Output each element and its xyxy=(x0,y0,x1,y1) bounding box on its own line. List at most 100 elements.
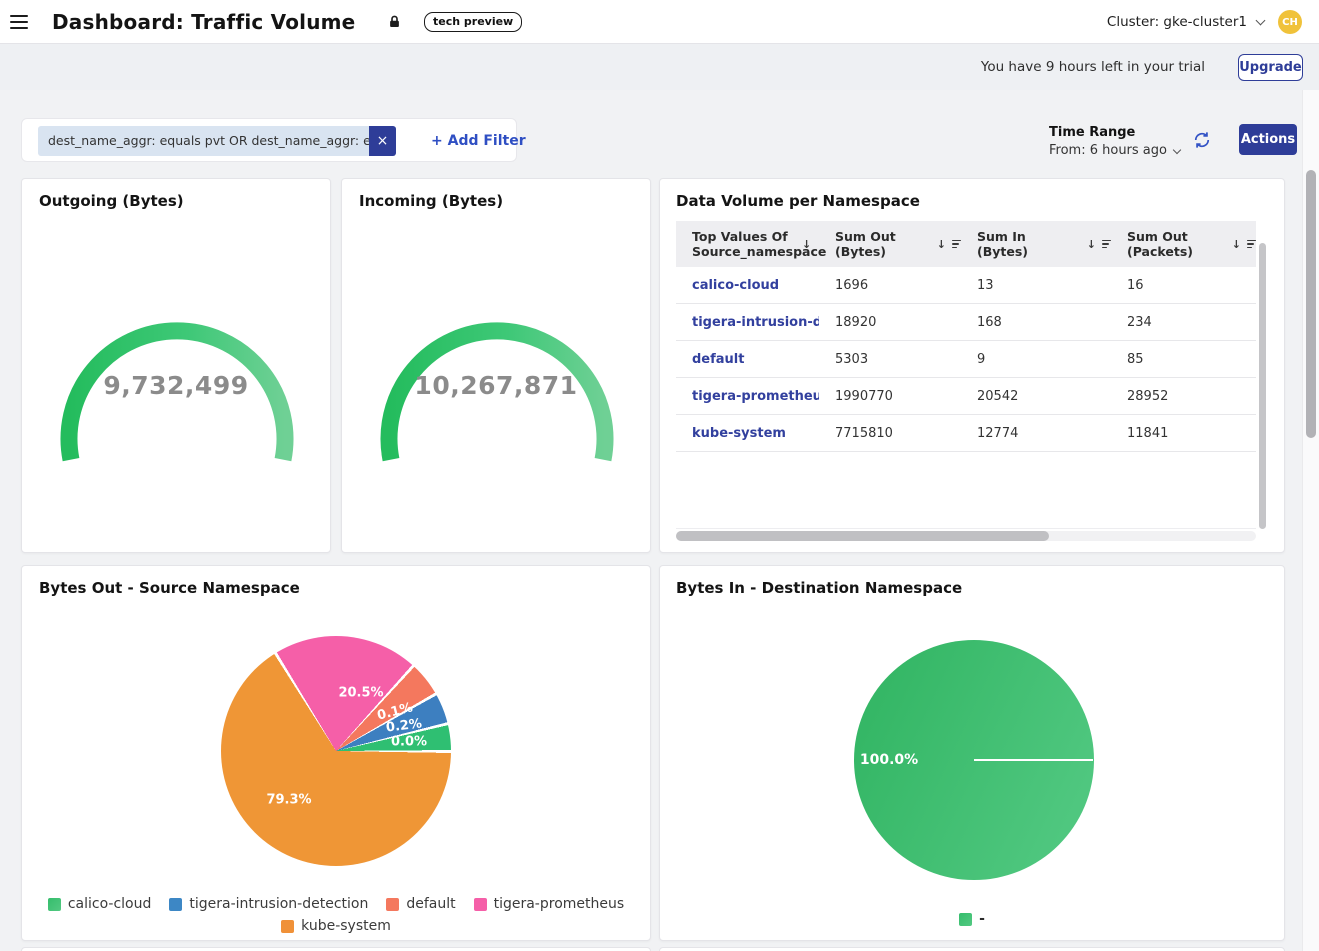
legend-swatch-orange xyxy=(281,920,294,933)
card-bytes-out-pie: Bytes Out - Source Namespace 20.5% 0.1% … xyxy=(21,565,651,941)
cell-sum-out-packets: 28952 xyxy=(1111,389,1256,404)
cluster-selector-label: Cluster: gke-cluster1 xyxy=(1107,14,1247,30)
table-row: tigera-prometheus 1990770 20542 28952 xyxy=(676,378,1256,415)
sort-bars-icon xyxy=(1247,240,1256,249)
gauge-arc xyxy=(22,234,332,484)
sort-bars-icon xyxy=(952,240,961,249)
next-row-card-edge xyxy=(21,947,651,951)
top-bar: Dashboard: Traffic Volume tech preview C… xyxy=(0,0,1319,44)
time-range-value: From: 6 hours ago xyxy=(1049,143,1167,158)
upgrade-button[interactable]: Upgrade xyxy=(1238,54,1303,81)
legend-item-dash[interactable]: - xyxy=(959,911,985,927)
filter-chip-label: dest_name_aggr: equals pvt OR dest_name_… xyxy=(38,126,369,156)
trial-message: You have 9 hours left in your trial xyxy=(981,44,1205,90)
sort-desc-icon: ↓ xyxy=(802,238,811,251)
cell-sum-in-bytes: 13 xyxy=(961,278,1111,293)
card-incoming-bytes: Incoming (Bytes) 10,267,871 xyxy=(341,178,651,553)
cell-sum-out-bytes: 1990770 xyxy=(819,389,961,404)
legend-swatch-salmon xyxy=(386,898,399,911)
namespace-link[interactable]: tigera-prometheus xyxy=(676,389,819,404)
sort-amount-icon: ↓ xyxy=(937,238,946,251)
cluster-selector[interactable]: Cluster: gke-cluster1 xyxy=(1107,14,1264,30)
time-range-dropdown[interactable]: From: 6 hours ago xyxy=(1049,143,1180,158)
cell-sum-out-bytes: 18920 xyxy=(819,315,961,330)
cell-sum-out-packets: 234 xyxy=(1111,315,1256,330)
table-row: tigera-intrusion-d… 18920 168 234 xyxy=(676,304,1256,341)
sort-amount-icon: ↓ xyxy=(1232,238,1241,251)
legend-item-default[interactable]: default xyxy=(386,896,455,912)
cell-sum-in-bytes: 168 xyxy=(961,315,1111,330)
card-title: Outgoing (Bytes) xyxy=(39,192,184,210)
cell-sum-in-bytes: 20542 xyxy=(961,389,1111,404)
namespace-link[interactable]: tigera-intrusion-d… xyxy=(676,315,819,330)
table-row: calico-cloud 1696 13 16 xyxy=(676,267,1256,304)
time-range-label: Time Range xyxy=(1049,125,1135,140)
cell-sum-in-bytes: 12774 xyxy=(961,426,1111,441)
cell-sum-in-bytes: 9 xyxy=(961,352,1111,367)
filter-panel: dest_name_aggr: equals pvt OR dest_name_… xyxy=(21,118,517,162)
card-data-volume-table: Data Volume per Namespace Top Values Of … xyxy=(659,178,1285,553)
column-header-sum-in-bytes[interactable]: Sum In (Bytes) ↓ xyxy=(961,229,1111,259)
legend-swatch-pink xyxy=(474,898,487,911)
card-title: Bytes Out - Source Namespace xyxy=(39,579,300,597)
column-header-sum-out-bytes[interactable]: Sum Out (Bytes) ↓ xyxy=(819,229,961,259)
legend-swatch-green xyxy=(48,898,61,911)
table-horizontal-scrollbar-track xyxy=(676,531,1256,541)
card-bytes-in-pie: Bytes In - Destination Namespace 100.0% … xyxy=(659,565,1285,941)
card-outgoing-bytes: Outgoing (Bytes) 9,732,499 xyxy=(21,178,331,553)
namespace-link[interactable]: calico-cloud xyxy=(676,278,819,293)
gauge-value: 9,732,499 xyxy=(22,371,330,400)
avatar[interactable]: CH xyxy=(1278,10,1302,34)
legend-item-tigera-prometheus[interactable]: tigera-prometheus xyxy=(474,896,625,912)
filter-chip-close-icon[interactable]: × xyxy=(369,126,396,156)
legend-swatch-blue xyxy=(169,898,182,911)
column-header-sum-out-packets[interactable]: Sum Out (Packets) ↓ xyxy=(1111,229,1256,259)
gauge-arc xyxy=(342,234,652,484)
cell-sum-out-bytes: 5303 xyxy=(819,352,961,367)
legend-swatch-green xyxy=(959,913,972,926)
slice-label-tigera-prometheus: 20.5% xyxy=(338,686,383,701)
page-title: Dashboard: Traffic Volume xyxy=(52,0,355,44)
filter-chip[interactable]: dest_name_aggr: equals pvt OR dest_name_… xyxy=(38,126,396,156)
table-horizontal-scrollbar[interactable] xyxy=(676,531,1049,541)
hamburger-menu-icon[interactable] xyxy=(10,11,32,33)
chevron-down-icon xyxy=(1256,15,1266,25)
cell-sum-out-packets: 11841 xyxy=(1111,426,1256,441)
tech-preview-badge: tech preview xyxy=(424,12,522,32)
cell-sum-out-bytes: 1696 xyxy=(819,278,961,293)
legend-item-tigera-intrusion-detection[interactable]: tigera-intrusion-detection xyxy=(169,896,368,912)
cell-sum-out-bytes: 7715810 xyxy=(819,426,961,441)
card-title: Incoming (Bytes) xyxy=(359,192,503,210)
gauge-value: 10,267,871 xyxy=(342,371,650,400)
table-vertical-scrollbar[interactable] xyxy=(1259,243,1266,529)
page-scrollbar-track xyxy=(1302,90,1319,951)
slice-label-kube-system: 79.3% xyxy=(266,793,311,808)
namespace-link[interactable]: default xyxy=(676,352,819,367)
trial-banner: You have 9 hours left in your trial Upgr… xyxy=(0,44,1319,90)
table-row: default 5303 9 85 xyxy=(676,341,1256,378)
cell-sum-out-packets: 16 xyxy=(1111,278,1256,293)
chevron-down-icon xyxy=(1173,145,1181,153)
legend-item-kube-system[interactable]: kube-system xyxy=(281,918,391,934)
refresh-icon[interactable] xyxy=(1192,130,1212,150)
table-row: kube-system 7715810 12774 11841 xyxy=(676,415,1256,452)
page-scrollbar[interactable] xyxy=(1306,170,1316,438)
namespace-link[interactable]: kube-system xyxy=(676,426,819,441)
sort-amount-icon: ↓ xyxy=(1087,238,1096,251)
bytes-out-legend: calico-cloud tigera-intrusion-detection … xyxy=(22,896,650,934)
slice-label-calico-cloud: 0.0% xyxy=(391,735,427,750)
namespace-table: Top Values Of Source_namespace ↓ Sum Out… xyxy=(676,221,1256,529)
slice-label-100pct: 100.0% xyxy=(860,752,918,768)
card-title: Bytes In - Destination Namespace xyxy=(676,579,962,597)
table-header-row: Top Values Of Source_namespace ↓ Sum Out… xyxy=(676,221,1256,267)
lock-icon xyxy=(387,14,402,34)
bytes-out-pie-chart xyxy=(221,636,451,866)
legend-item-calico-cloud[interactable]: calico-cloud xyxy=(48,896,152,912)
cell-sum-out-packets: 85 xyxy=(1111,352,1256,367)
column-header-source-namespace[interactable]: Top Values Of Source_namespace ↓ xyxy=(676,229,819,260)
add-filter-button[interactable]: + Add Filter xyxy=(431,119,526,163)
next-row-card-edge xyxy=(659,947,1285,951)
pie-slice-divider xyxy=(974,759,1093,761)
sort-bars-icon xyxy=(1102,240,1111,249)
actions-button[interactable]: Actions xyxy=(1239,124,1297,155)
